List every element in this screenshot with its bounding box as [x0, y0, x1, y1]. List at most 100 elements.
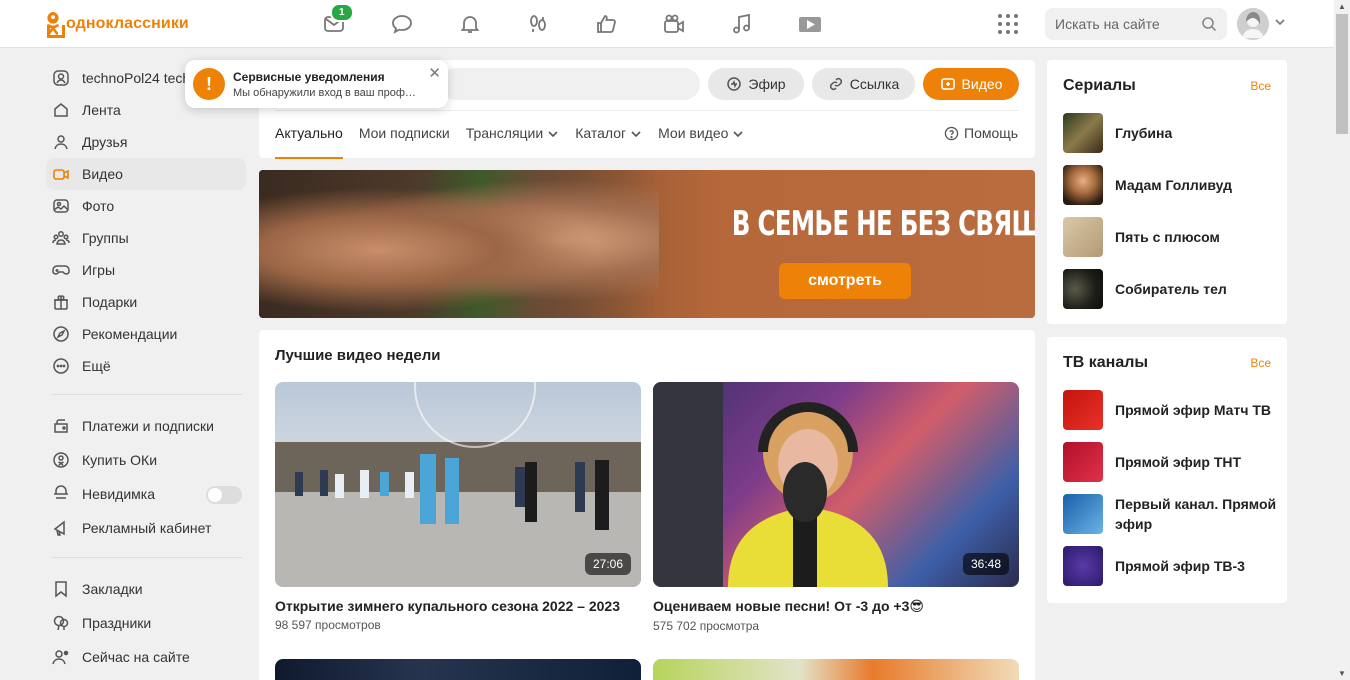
series-item[interactable]: Глубина — [1063, 113, 1172, 153]
site-search[interactable] — [1045, 8, 1227, 40]
sidebar-item-label: Лента — [82, 102, 121, 118]
video-thumbnail[interactable] — [653, 659, 1019, 680]
video-thumbnail[interactable] — [275, 659, 641, 680]
profile-icon — [52, 69, 70, 87]
link-button[interactable]: Ссылка — [812, 68, 915, 100]
video-title[interactable]: Оцениваем новые песни! От -3 до +3😎 — [653, 598, 1019, 615]
tv-item[interactable]: Первый канал. Прямой эфир — [1063, 494, 1285, 534]
tv-item[interactable]: Прямой эфир ТВ-3 — [1063, 546, 1245, 586]
series-item[interactable]: Мадам Голливуд — [1063, 165, 1232, 205]
video-thumbnail[interactable]: 27:06 — [275, 382, 641, 587]
video-card[interactable]: 36:48 Оцениваем новые песни! От -3 до +3… — [653, 382, 1019, 633]
sidebar-item-buy-ok[interactable]: Купить ОКи — [46, 443, 246, 477]
tab-actual[interactable]: Актуально — [275, 125, 343, 159]
service-notification-popup[interactable]: ! Сервисные уведомления Мы обнаружили вх… — [185, 60, 448, 108]
series-item[interactable]: Собиратель тел — [1063, 269, 1227, 309]
tab-broadcasts[interactable]: Трансляции — [466, 125, 559, 159]
sidebar-item-holidays[interactable]: Праздники — [46, 606, 246, 640]
series-item[interactable]: Пять с плюсом — [1063, 217, 1220, 257]
sidebar-item-groups[interactable]: Группы — [46, 222, 246, 254]
add-video-icon — [940, 78, 955, 90]
scroll-thumb[interactable] — [1336, 14, 1348, 134]
live-icon — [727, 77, 742, 91]
sidebar-item-bookmarks[interactable]: Закладки — [46, 572, 246, 606]
video-thumbnail[interactable]: 36:48 — [653, 382, 1019, 587]
page-scrollbar[interactable]: ▲ ▼ — [1334, 0, 1350, 680]
tv-all-link[interactable]: Все — [1250, 356, 1271, 370]
tab-my-videos[interactable]: Мои видео — [658, 125, 744, 159]
sidebar-item-label: Невидимка — [82, 486, 155, 502]
sidebar-item-label: Рекомендации — [82, 326, 178, 342]
games-icon — [799, 17, 821, 32]
scroll-down-icon[interactable]: ▼ — [1338, 669, 1346, 678]
nav-marks[interactable] — [572, 8, 640, 40]
online-users-icon — [52, 648, 70, 666]
video-search-input[interactable] — [440, 68, 700, 100]
nav-messages[interactable]: 1 — [300, 3, 368, 40]
tv-thumbnail — [1063, 390, 1103, 430]
nav-video[interactable] — [640, 8, 708, 40]
video-views: 98 597 просмотров — [275, 618, 381, 632]
groups-icon — [52, 229, 70, 247]
close-icon[interactable]: ✕ — [428, 64, 441, 82]
sidebar-item-label: Купить ОКи — [82, 452, 158, 468]
tab-my-subscriptions[interactable]: Мои подписки — [359, 125, 450, 159]
sidebar-item-gifts[interactable]: Подарки — [46, 286, 246, 318]
series-all-link[interactable]: Все — [1250, 79, 1271, 93]
series-thumbnail — [1063, 217, 1103, 257]
scroll-up-icon[interactable]: ▲ — [1338, 2, 1346, 11]
sidebar-item-ads-cabinet[interactable]: Рекламный кабинет — [46, 511, 246, 545]
ok-logo[interactable]: одноклассники — [46, 12, 189, 36]
sidebar-divider — [52, 557, 242, 558]
video-icon — [664, 14, 684, 33]
video-title[interactable]: Открытие зимнего купального сезона 2022 … — [275, 598, 641, 614]
chevron-down-icon — [548, 131, 558, 138]
tab-label: Актуально — [275, 125, 343, 141]
nav-discussions[interactable] — [368, 8, 436, 40]
banner-title: В СЕМЬЕ НЕ БЕЗ СВЯЩЕННИКА — [731, 204, 1035, 244]
sidebar-item-payments[interactable]: Платежи и подписки — [46, 409, 246, 443]
sidebar-item-photo[interactable]: Фото — [46, 190, 246, 222]
sidebar-item-games[interactable]: Игры — [46, 254, 246, 286]
sidebar-item-online-now[interactable]: Сейчас на сайте — [46, 640, 246, 674]
nav-music[interactable] — [708, 8, 776, 40]
incognito-toggle[interactable] — [206, 486, 242, 504]
search-input[interactable] — [1055, 16, 1195, 32]
series-label: Глубина — [1115, 125, 1173, 141]
sidebar-item-incognito[interactable]: Невидимка — [46, 477, 246, 511]
sidebar-item-label: Игры — [82, 262, 116, 278]
nav-notifications[interactable] — [436, 8, 504, 40]
photo-icon — [52, 197, 70, 215]
tv-item[interactable]: Прямой эфир ТНТ — [1063, 442, 1241, 482]
nav-games[interactable] — [776, 8, 844, 40]
nav-guests[interactable] — [504, 8, 572, 40]
sidebar-item-video[interactable]: Видео — [46, 158, 246, 190]
tv-item[interactable]: Прямой эфир Матч ТВ — [1063, 390, 1271, 430]
sidebar-item-label: Видео — [82, 166, 123, 182]
sidebar-item-more[interactable]: Ещё — [46, 350, 246, 382]
live-button[interactable]: Эфир — [708, 68, 804, 100]
help-label: Помощь — [964, 125, 1019, 141]
upload-video-button[interactable]: Видео — [923, 68, 1019, 100]
user-avatar[interactable] — [1237, 8, 1269, 40]
promo-banner[interactable]: В СЕМЬЕ НЕ БЕЗ СВЯЩЕННИКА смотреть — [259, 170, 1035, 318]
incognito-icon — [52, 485, 70, 503]
section-title: Лучшие видео недели — [275, 347, 441, 364]
sidebar-item-friends[interactable]: Друзья — [46, 126, 246, 158]
search-icon[interactable] — [1201, 16, 1217, 32]
apps-grid-icon[interactable] — [998, 14, 1018, 34]
logo-text: одноклассники — [66, 15, 189, 32]
tab-catalog[interactable]: Каталог — [575, 125, 642, 159]
help-link[interactable]: Помощь — [944, 125, 1018, 141]
link-icon — [829, 77, 842, 91]
series-thumbnail — [1063, 269, 1103, 309]
sidebar-item-recommendations[interactable]: Рекомендации — [46, 318, 246, 350]
tab-label: Трансляции — [465, 125, 544, 141]
video-card[interactable]: 27:06 Открытие зимнего купального сезона… — [275, 382, 641, 632]
chevron-down-icon[interactable] — [1274, 16, 1286, 28]
tv-thumbnail — [1063, 546, 1103, 586]
left-sidebar: technoPol24 tech Лента Друзья Видео Фото… — [46, 62, 246, 674]
banner-watch-button[interactable]: смотреть — [779, 263, 911, 299]
marks-icon — [597, 15, 616, 33]
friends-icon — [52, 133, 70, 151]
